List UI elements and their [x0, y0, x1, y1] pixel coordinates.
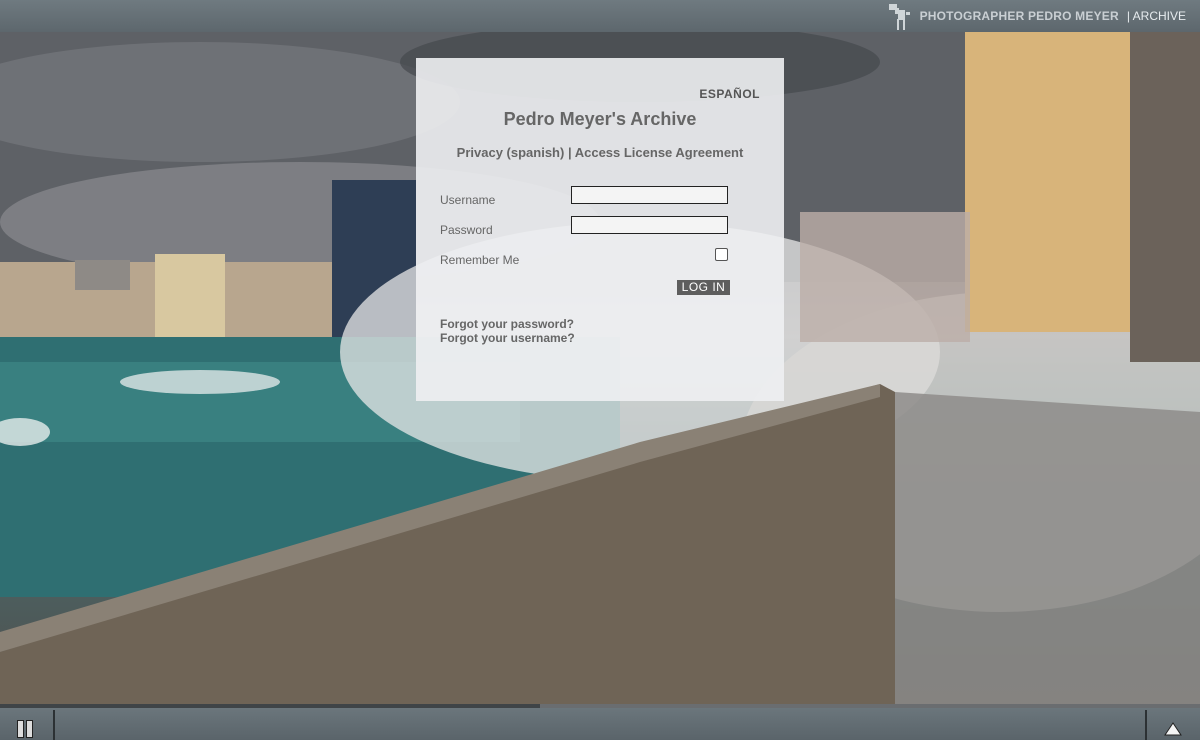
remember-checkbox[interactable] — [715, 248, 728, 261]
forgot-username-link[interactable]: Forgot your username? — [440, 331, 575, 345]
username-field[interactable] — [571, 186, 728, 204]
license-link[interactable]: Access License Agreement — [575, 145, 744, 160]
remember-label: Remember Me — [440, 253, 520, 267]
remember-row: Remember Me — [440, 248, 760, 273]
links-separator: | — [564, 145, 575, 160]
policy-links: Privacy (spanish) | Access License Agree… — [416, 145, 784, 160]
brand[interactable]: PHOTOGRAPHER PEDRO MEYER | ARCHIVE — [886, 0, 1186, 32]
username-row: Username — [440, 186, 760, 213]
pause-icon — [17, 720, 24, 738]
login-button[interactable]: LOG IN — [677, 280, 730, 295]
privacy-link[interactable]: Privacy (spanish) — [457, 145, 565, 160]
password-field[interactable] — [571, 216, 728, 234]
photographer-logo-icon — [888, 4, 910, 30]
divider-right — [1145, 710, 1147, 740]
login-panel: ESPAÑOL Pedro Meyer's Archive Privacy (s… — [416, 58, 784, 401]
password-row: Password — [440, 216, 760, 243]
username-label: Username — [440, 193, 496, 207]
pause-button[interactable] — [17, 718, 37, 738]
triangle-up-icon[interactable] — [1164, 722, 1182, 736]
divider-left — [53, 710, 55, 740]
top-bar: PHOTOGRAPHER PEDRO MEYER | ARCHIVE — [0, 0, 1200, 33]
brand-name: PHOTOGRAPHER PEDRO MEYER — [919, 9, 1119, 23]
forgot-password-link[interactable]: Forgot your password? — [440, 317, 574, 331]
password-label: Password — [440, 223, 493, 237]
bottom-bar — [0, 708, 1200, 740]
pause-icon-bar — [26, 720, 33, 738]
page-title: Pedro Meyer's Archive — [503, 109, 697, 129]
archive-link[interactable]: | ARCHIVE — [1127, 9, 1186, 23]
language-link[interactable]: ESPAÑOL — [699, 87, 760, 101]
